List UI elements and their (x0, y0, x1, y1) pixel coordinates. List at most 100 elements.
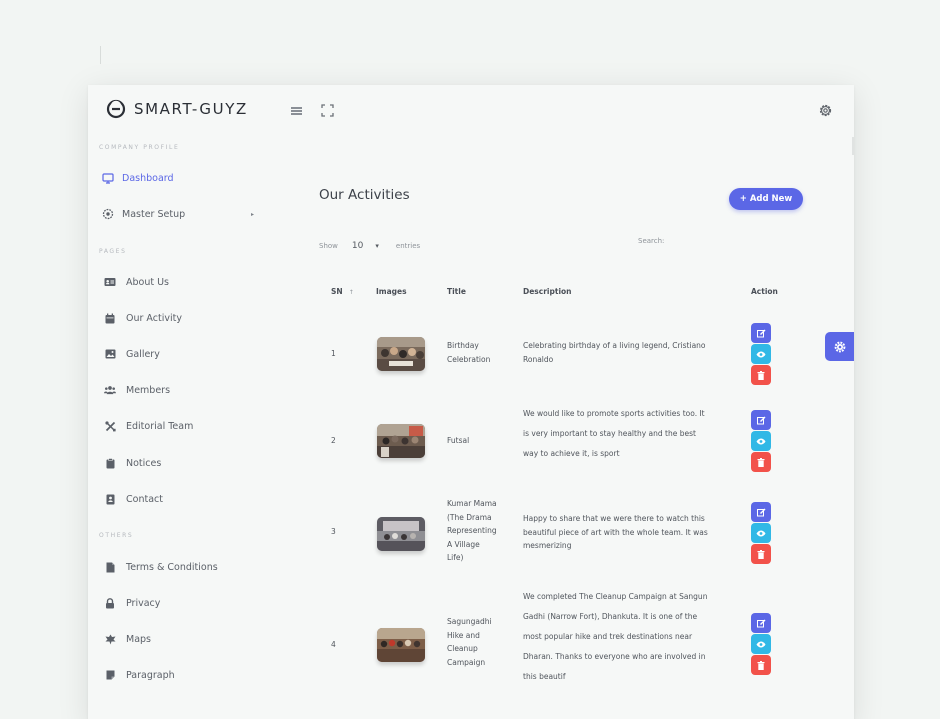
top-bar: SMART-GUYZ (88, 85, 854, 137)
contact-book-icon (104, 493, 116, 505)
row-2-image[interactable] (377, 424, 425, 458)
sidebar-item-label: Our Activity (126, 312, 182, 324)
trash-icon (757, 549, 765, 559)
sidebar-item-our-activity[interactable]: Our Activity (102, 312, 182, 324)
view-button[interactable] (751, 431, 771, 451)
edit-button[interactable] (751, 613, 771, 633)
row-2-title: Futsal (447, 436, 470, 445)
fullscreen-icon[interactable] (321, 104, 334, 117)
map-leaf-icon (104, 633, 116, 645)
calendar-icon (104, 312, 116, 324)
scrollbar[interactable] (852, 137, 854, 155)
edit-icon (756, 619, 765, 627)
row-3-sn: 3 (331, 527, 336, 536)
delete-button[interactable] (751, 452, 771, 472)
sort-arrow-icon: ↑ (348, 289, 354, 296)
brand-name: SMART-GUYZ (134, 100, 248, 118)
entries-label: entries (395, 242, 421, 250)
sidebar-item-label: Gallery (126, 348, 160, 360)
delete-button[interactable] (751, 544, 771, 564)
search-label: Search: (638, 237, 665, 245)
trash-icon (757, 660, 765, 670)
section-title-pages: PAGES (99, 248, 127, 255)
row-4-image[interactable] (377, 628, 425, 662)
show-label: Show (319, 242, 338, 250)
trash-icon (757, 370, 765, 380)
brand[interactable]: SMART-GUYZ (106, 99, 248, 119)
row-2-description: We would like to promote sports activiti… (523, 409, 705, 458)
row-3-image[interactable] (377, 517, 425, 551)
id-card-icon (104, 276, 116, 288)
settings-gear-icon[interactable] (818, 103, 833, 118)
entries-length-control: Show 10 ▾ entries (319, 241, 420, 251)
theme-settings-button[interactable] (825, 332, 854, 361)
view-button[interactable] (751, 523, 771, 543)
row-3-title: Kumar Mama (The Drama Representing A Vil… (447, 499, 497, 562)
sidebar-item-privacy[interactable]: Privacy (102, 597, 160, 609)
sidebar-item-label: Paragraph (126, 669, 175, 681)
edit-icon (756, 329, 765, 337)
edit-icon (756, 416, 765, 424)
sidebar-item-label: Members (126, 384, 171, 396)
clipboard-icon (104, 457, 116, 469)
file-icon (104, 561, 116, 573)
sidebar-item-editorial-team[interactable]: Editorial Team (102, 420, 193, 432)
sidebar-item-label: Privacy (126, 597, 161, 609)
sidebar-item-contact[interactable]: Contact (102, 493, 163, 505)
edit-button[interactable] (751, 323, 771, 343)
delete-button[interactable] (751, 655, 771, 675)
sidebar-item-paragraph[interactable]: Paragraph (102, 669, 175, 681)
eye-icon (756, 438, 766, 444)
column-header-sn[interactable]: SN ↑ (331, 287, 354, 296)
admin-window: SMART-GUYZ COMPANY PROFILE Dashboard Mas… (88, 85, 854, 719)
page-title: Our Activities (319, 187, 410, 203)
note-icon (104, 669, 116, 681)
section-title-company-profile: COMPANY PROFILE (99, 144, 180, 151)
row-1-title: Birthday Celebration (447, 341, 491, 364)
sidebar-item-label: Master Setup (122, 208, 186, 220)
sidebar-item-members[interactable]: Members (102, 384, 170, 396)
gear-icon (102, 208, 114, 220)
edit-button[interactable] (751, 410, 771, 430)
users-icon (104, 384, 116, 396)
sidebar-item-gallery[interactable]: Gallery (102, 348, 160, 360)
monitor-icon (102, 172, 114, 184)
menu-toggle-icon[interactable] (291, 107, 302, 115)
row-4-sn: 4 (331, 640, 336, 649)
background-mark (100, 46, 101, 64)
sidebar-item-dashboard[interactable]: Dashboard (102, 172, 174, 184)
sidebar-item-label: Editorial Team (126, 420, 194, 432)
column-header-images[interactable]: Images (376, 287, 407, 296)
edit-icon (756, 508, 765, 516)
column-header-title[interactable]: Title (447, 287, 466, 296)
sidebar-item-label: Dashboard (122, 172, 174, 184)
sidebar-item-label: Terms & Conditions (126, 561, 218, 573)
view-button[interactable] (751, 344, 771, 364)
row-4-title: Sagungadhi Hike and Cleanup Campaign (447, 617, 492, 667)
add-new-button[interactable]: + Add New (729, 188, 803, 210)
chevron-right-icon: ▸ (251, 211, 255, 218)
column-header-action[interactable]: Action (751, 287, 778, 296)
eye-icon (756, 351, 766, 357)
lock-icon (104, 597, 116, 609)
row-1-image[interactable] (377, 337, 425, 371)
sidebar-item-master-setup[interactable]: Master Setup (102, 208, 185, 220)
sidebar-item-notices[interactable]: Notices (102, 457, 161, 469)
row-1-sn: 1 (331, 349, 336, 358)
entries-select[interactable]: 10 ▾ (352, 241, 396, 251)
sidebar-item-about-us[interactable]: About Us (102, 276, 169, 288)
view-button[interactable] (751, 634, 771, 654)
entries-select-value: 10 (351, 241, 364, 251)
image-icon (104, 348, 116, 360)
sidebar-item-label: Notices (126, 457, 162, 469)
gear-icon (834, 341, 845, 352)
sidebar: COMPANY PROFILE Dashboard Master Setup ▸… (88, 137, 278, 719)
column-header-description[interactable]: Description (523, 287, 572, 296)
row-1-description: Celebrating birthday of a living legend,… (523, 341, 706, 364)
sidebar-item-terms-conditions[interactable]: Terms & Conditions (102, 561, 218, 573)
edit-button[interactable] (751, 502, 771, 522)
sidebar-item-label: Maps (126, 633, 151, 645)
sidebar-item-maps[interactable]: Maps (102, 633, 151, 645)
section-title-others: OTHERS (99, 532, 134, 539)
delete-button[interactable] (751, 365, 771, 385)
